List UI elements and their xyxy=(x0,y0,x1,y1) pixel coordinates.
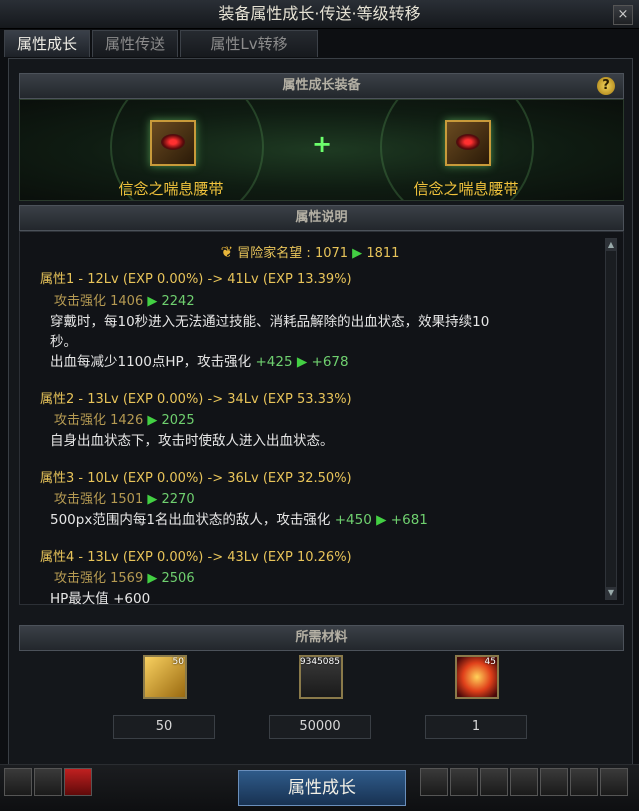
renown-icon: ❦ xyxy=(220,243,234,261)
tab-attribute-growth[interactable]: 属性成长 xyxy=(4,30,90,57)
attribute-2-stat-target: 2025 xyxy=(161,413,195,428)
material-2-count: 50000 xyxy=(269,715,371,739)
hud-skill-slot[interactable] xyxy=(480,768,508,796)
material-3-count: 1 xyxy=(425,715,527,739)
description-scrollbar[interactable]: ▲ ▼ xyxy=(605,238,617,600)
left-equip-slot[interactable] xyxy=(150,120,196,166)
attribute-1-desc-2: 秒。 xyxy=(50,334,77,350)
equip-area: + 信念之喘息腰带 信念之喘息腰带 xyxy=(19,99,624,201)
attribute-4-stat-value: 攻击强化 1569 xyxy=(54,571,144,586)
attribute-1-desc-3-text: 出血每减少1100点HP，攻击强化 xyxy=(50,354,252,370)
plus-icon: + xyxy=(312,130,333,158)
hud-skill-slot[interactable] xyxy=(570,768,598,796)
material-3-badge: 45 xyxy=(484,657,496,667)
attribute-3-desc-1-value: +450 xyxy=(334,512,372,528)
arrow-icon: ▶ xyxy=(147,294,158,309)
arrow-icon: ▶ xyxy=(147,571,158,586)
attribute-1-stat-value: 攻击强化 1406 xyxy=(54,294,144,309)
arrow-icon: ▶ xyxy=(147,492,158,507)
attribute-1-title: 属性1 - 12Lv (EXP 0.00%) -> 41Lv (EXP 13.3… xyxy=(40,272,352,287)
arrow-icon: ▶ xyxy=(376,512,387,528)
attribute-3-desc-1: 500px范围内每1名出血状态的敌人，攻击强化 +450 ▶ +681 xyxy=(50,508,428,528)
window-title-text: 装备属性成长·传送·等级转移 xyxy=(218,4,421,23)
materials-section-header: 所需材料 xyxy=(19,625,624,651)
right-equip-name: 信念之喘息腰带 xyxy=(413,180,519,198)
tab-attribute-transfer[interactable]: 属性传送 xyxy=(92,30,178,57)
attribute-2-stat-value: 攻击强化 1426 xyxy=(54,413,144,428)
attribute-3-stat-target: 2270 xyxy=(161,492,195,507)
arrow-icon: ▶ xyxy=(296,354,308,370)
attribute-3-stat: 攻击强化 1501 ▶ 2270 xyxy=(54,488,195,507)
attribute-4-desc-1: HP最大值 +600 xyxy=(50,591,151,607)
left-equip-name: 信念之喘息腰带 xyxy=(118,180,224,198)
attribute-2-title: 属性2 - 13Lv (EXP 0.00%) -> 34Lv (EXP 53.3… xyxy=(40,392,352,407)
renown-line: ❦ 冒险家名望 : 1071 ▶ 1811 xyxy=(20,242,600,261)
attribute-1-stat-target: 2242 xyxy=(161,294,195,309)
description-section-title: 属性说明 xyxy=(295,210,348,225)
right-equip-slot[interactable] xyxy=(445,120,491,166)
hud-skill-slot[interactable] xyxy=(510,768,538,796)
main-panel: 属性成长装备 ? + 信念之喘息腰带 信念之喘息腰带 属性说明 ❦ 冒险家名望 … xyxy=(8,58,633,765)
material-1-count: 50 xyxy=(113,715,215,739)
hud-skill-slot[interactable] xyxy=(420,768,448,796)
attribute-3-desc-1-text: 500px范围内每1名出血状态的敌人，攻击强化 xyxy=(50,512,331,528)
material-1-badge: 50 xyxy=(172,657,184,667)
belt-icon xyxy=(161,134,185,150)
attribute-1-desc-3-target: +678 xyxy=(311,354,349,370)
help-icon[interactable]: ? xyxy=(597,77,615,95)
hud-skill-slot[interactable] xyxy=(34,768,62,796)
attribute-1-desc-1: 穿戴时，每10秒进入无法通过技能、消耗品解除的出血状态，效果持续10 xyxy=(50,314,490,330)
close-button[interactable]: × xyxy=(613,5,633,25)
hud-skill-slot[interactable] xyxy=(540,768,568,796)
belt-icon xyxy=(456,134,480,150)
window-title: 装备属性成长·传送·等级转移 × xyxy=(0,0,639,29)
attribute-3-desc-1-target: +681 xyxy=(390,512,428,528)
gold-card-icon[interactable]: 50 xyxy=(143,655,187,699)
attribute-growth-button[interactable]: 属性成长 xyxy=(238,770,406,806)
hud-item-slot[interactable] xyxy=(64,768,92,796)
scroll-down-icon[interactable]: ▼ xyxy=(606,587,616,599)
hud-skill-slot[interactable] xyxy=(4,768,32,796)
hud-skill-slot[interactable] xyxy=(450,768,478,796)
attribute-1-desc-3: 出血每减少1100点HP，攻击强化 +425 ▶ +678 xyxy=(50,350,349,370)
attribute-3-title: 属性3 - 10Lv (EXP 0.00%) -> 36Lv (EXP 32.5… xyxy=(40,471,352,486)
equip-section-title: 属性成长装备 xyxy=(282,78,361,93)
material-2-badge: 9345085 xyxy=(299,657,340,667)
arrow-icon: ▶ xyxy=(147,413,158,428)
renown-target: 1811 xyxy=(366,246,400,261)
fire-orb-icon[interactable]: 45 xyxy=(455,655,499,699)
materials-section-title: 所需材料 xyxy=(295,630,348,645)
renown-value: 冒险家名望 : 1071 xyxy=(237,246,349,261)
attribute-4-stat: 攻击强化 1569 ▶ 2506 xyxy=(54,567,195,586)
equip-section-header: 属性成长装备 ? xyxy=(19,73,624,99)
description-section-header: 属性说明 xyxy=(19,205,624,231)
attribute-1-stat: 攻击强化 1406 ▶ 2242 xyxy=(54,290,195,309)
attribute-3-stat-value: 攻击强化 1501 xyxy=(54,492,144,507)
scroll-up-icon[interactable]: ▲ xyxy=(606,239,616,251)
attribute-4-stat-target: 2506 xyxy=(161,571,195,586)
attribute-1-desc-3-value: +425 xyxy=(255,354,293,370)
attribute-2-stat: 攻击强化 1426 ▶ 2025 xyxy=(54,409,195,428)
gold-bars-icon[interactable]: 9345085 xyxy=(299,655,343,699)
attribute-4-title: 属性4 - 13Lv (EXP 0.00%) -> 43Lv (EXP 10.2… xyxy=(40,550,352,565)
tab-level-transfer[interactable]: 属性Lv转移 xyxy=(180,30,318,57)
attribute-2-desc-1: 自身出血状态下，攻击时使敌人进入出血状态。 xyxy=(50,433,334,449)
arrow-icon: ▶ xyxy=(352,246,363,261)
hud-skill-slot[interactable] xyxy=(600,768,628,796)
description-box: ❦ 冒险家名望 : 1071 ▶ 1811 属性1 - 12Lv (EXP 0.… xyxy=(19,231,624,607)
